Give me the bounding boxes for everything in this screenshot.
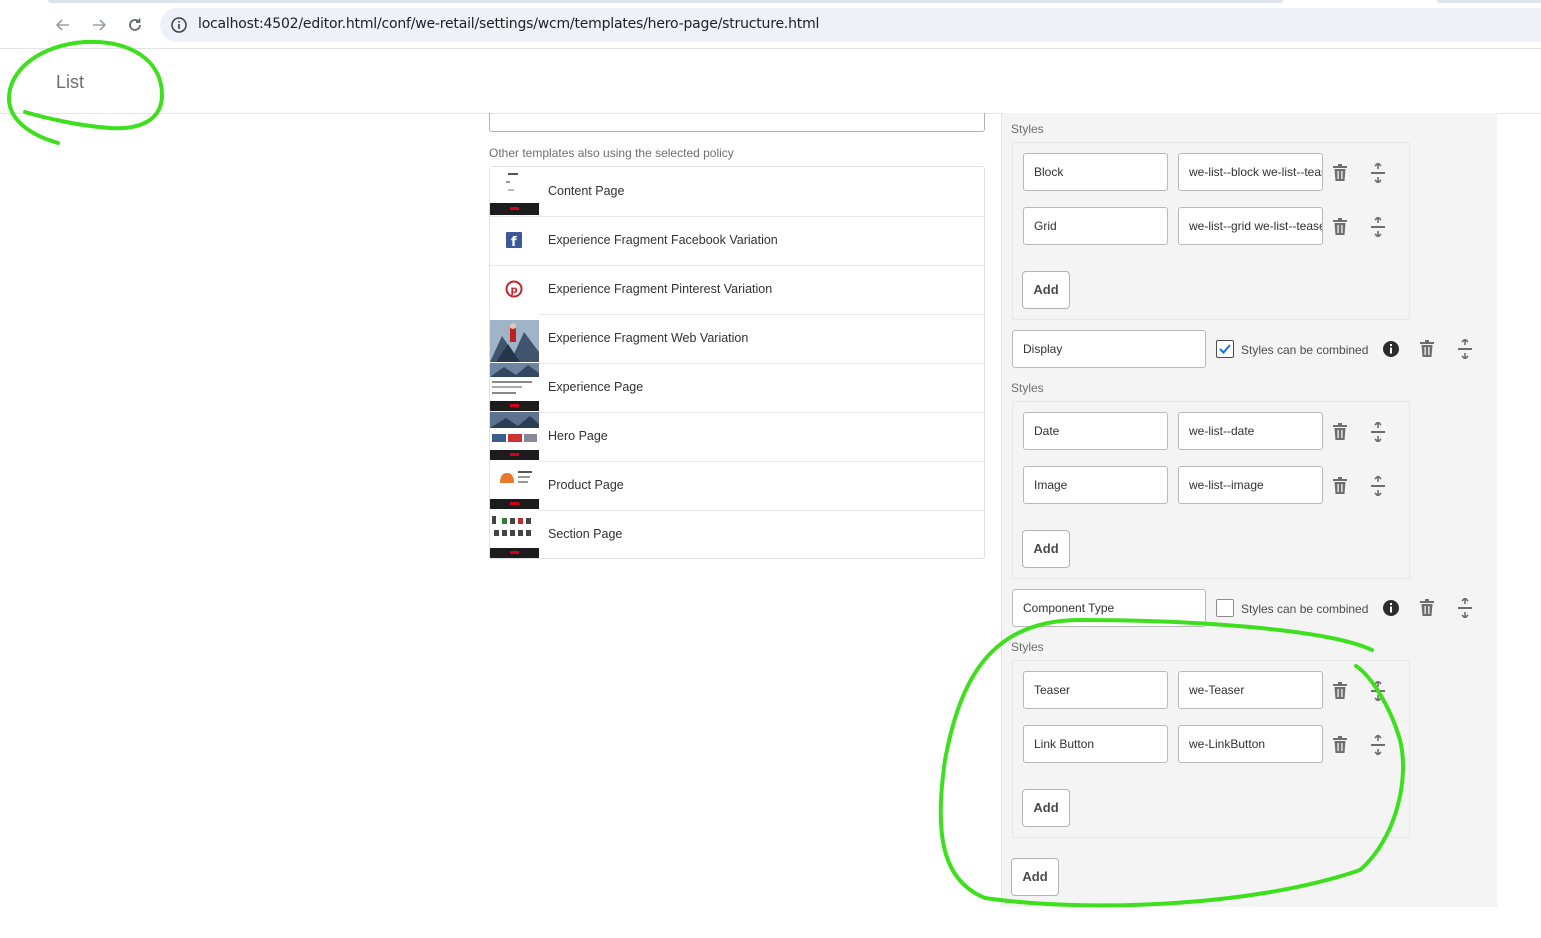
template-thumbnail [490, 314, 539, 362]
svg-text:f: f [511, 235, 517, 250]
delete-icon[interactable] [1330, 681, 1350, 701]
add-group-button[interactable]: Add [1011, 858, 1059, 896]
info-icon[interactable] [1381, 339, 1401, 359]
delete-icon[interactable] [1417, 339, 1437, 359]
back-arrow-icon[interactable] [50, 12, 76, 38]
drag-handle-icon[interactable] [1455, 598, 1475, 618]
template-thumbnail [490, 412, 539, 460]
templates-list: Content Page f Experience Fragment Faceb… [489, 166, 985, 559]
styles-label: Styles [1011, 640, 1044, 654]
other-templates-label: Other templates also using the selected … [489, 146, 734, 160]
template-thumbnail [490, 363, 539, 411]
tab-strip [48, 0, 1283, 3]
style-classes-input[interactable]: we-list--block we-list--teaser [1178, 153, 1323, 191]
svg-text:p: p [511, 285, 518, 296]
style-name-input[interactable]: Grid [1023, 207, 1168, 245]
style-classes-input[interactable]: we-list--date [1178, 412, 1323, 450]
template-name: Experience Fragment Web Variation [548, 331, 749, 345]
list-item[interactable]: Experience Fragment Web Variation [490, 314, 984, 364]
style-name-input[interactable]: Teaser [1023, 671, 1168, 709]
add-style-button[interactable]: Add [1022, 271, 1070, 309]
drag-handle-icon[interactable] [1368, 735, 1388, 755]
drag-handle-icon[interactable] [1368, 163, 1388, 183]
combine-label: Styles can be combined [1241, 343, 1369, 357]
list-item[interactable]: Hero Page [490, 412, 984, 462]
list-item[interactable]: Content Page [490, 167, 984, 217]
styles-label: Styles [1011, 381, 1044, 395]
combine-label: Styles can be combined [1241, 602, 1369, 616]
list-item[interactable]: Product Page [490, 461, 984, 511]
combine-checkbox[interactable] [1216, 340, 1234, 358]
list-item[interactable]: Section Page [490, 510, 984, 559]
tab-strip-end [1437, 0, 1541, 3]
group-name-input[interactable]: Component Type [1012, 589, 1206, 627]
dialog-header [0, 49, 1541, 114]
template-name: Hero Page [548, 429, 608, 443]
drag-handle-icon[interactable] [1455, 339, 1475, 359]
drag-handle-icon[interactable] [1368, 476, 1388, 496]
template-name: Content Page [548, 184, 625, 198]
template-thumbnail [490, 461, 539, 509]
group-name-input[interactable]: Display [1012, 330, 1206, 368]
list-item[interactable]: Experience Page [490, 363, 984, 413]
list-item[interactable]: f Experience Fragment Facebook Variation [490, 216, 984, 266]
style-classes-input[interactable]: we-LinkButton [1178, 725, 1323, 763]
delete-icon[interactable] [1417, 598, 1437, 618]
info-icon[interactable] [1381, 598, 1401, 618]
style-name-input[interactable]: Image [1023, 466, 1168, 504]
reload-icon[interactable] [122, 12, 148, 38]
combine-checkbox[interactable] [1216, 599, 1234, 617]
template-thumbnail [490, 510, 539, 558]
add-style-button[interactable]: Add [1022, 789, 1070, 827]
delete-icon[interactable] [1330, 476, 1350, 496]
style-classes-input[interactable]: we-Teaser [1178, 671, 1323, 709]
forward-arrow-icon[interactable] [86, 12, 112, 38]
dialog-title: List [56, 72, 85, 92]
list-item[interactable]: p Experience Fragment Pinterest Variatio… [490, 265, 984, 315]
site-info-icon[interactable] [170, 16, 188, 34]
add-style-button[interactable]: Add [1022, 530, 1070, 568]
pinterest-icon: p [490, 265, 539, 313]
delete-icon[interactable] [1330, 217, 1350, 237]
style-name-input[interactable]: Link Button [1023, 725, 1168, 763]
delete-icon[interactable] [1330, 735, 1350, 755]
drag-handle-icon[interactable] [1368, 422, 1388, 442]
style-classes-input[interactable]: we-list--grid we-list--teaser [1178, 207, 1323, 245]
style-name-input[interactable]: Block [1023, 153, 1168, 191]
template-name: Product Page [548, 478, 624, 492]
delete-icon[interactable] [1330, 163, 1350, 183]
template-name: Experience Page [548, 380, 644, 394]
style-name-input[interactable]: Date [1023, 412, 1168, 450]
template-name: Experience Fragment Pinterest Variation [548, 282, 773, 296]
drag-handle-icon[interactable] [1368, 217, 1388, 237]
delete-icon[interactable] [1330, 422, 1350, 442]
facebook-icon: f [490, 216, 539, 264]
styles-label: Styles [1011, 122, 1044, 136]
template-name: Section Page [548, 527, 623, 541]
policy-title-input[interactable] [489, 113, 985, 132]
template-name: Experience Fragment Facebook Variation [548, 233, 778, 247]
template-thumbnail [490, 167, 539, 215]
style-classes-input[interactable]: we-list--image [1178, 466, 1323, 504]
drag-handle-icon[interactable] [1368, 681, 1388, 701]
url-text[interactable]: localhost:4502/editor.html/conf/we-retai… [198, 16, 819, 32]
